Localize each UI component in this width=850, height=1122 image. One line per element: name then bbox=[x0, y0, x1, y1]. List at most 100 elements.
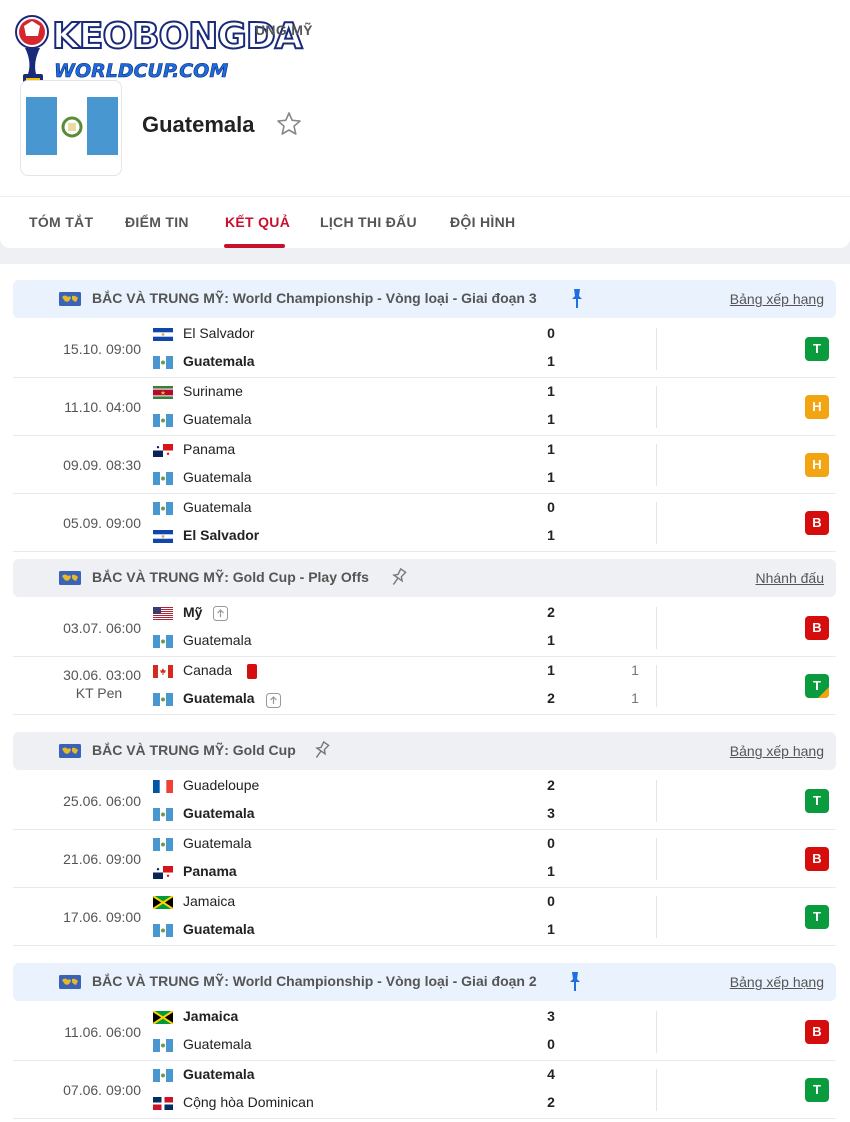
team-header: KEOBONGDA WORLDCUP.COM UNG MỸ Guatemala … bbox=[0, 0, 850, 248]
home-team-name: Jamaica bbox=[183, 1008, 239, 1024]
result-letter: T bbox=[813, 1082, 821, 1097]
advanced-icon bbox=[213, 606, 228, 621]
tab-fixtures[interactable]: LỊCH THI ĐẤU bbox=[320, 214, 417, 230]
guatemala-flag-icon bbox=[153, 693, 173, 706]
panama-flag-icon bbox=[153, 444, 173, 457]
match-row[interactable]: 05.09. 09:00 Guatemala 0 El Salvador 1 B bbox=[13, 494, 836, 552]
match-time: 21.06. 09:00 bbox=[13, 850, 141, 868]
divider bbox=[656, 444, 657, 486]
guatemala-flag-icon bbox=[153, 414, 173, 427]
advanced-icon bbox=[266, 693, 281, 708]
pin-icon[interactable] bbox=[388, 567, 408, 589]
home-team-name: El Salvador bbox=[183, 325, 255, 341]
league-table-link[interactable]: Bảng xếp hạng bbox=[730, 291, 824, 307]
tab-summary[interactable]: TÓM TẮT bbox=[29, 214, 93, 230]
away-score: 1 bbox=[547, 632, 555, 648]
result-badge: T bbox=[805, 905, 829, 929]
divider bbox=[656, 1011, 657, 1053]
el-salvador-flag-icon bbox=[153, 328, 173, 341]
home-team-name: Suriname bbox=[183, 383, 243, 399]
match-date: 17.06. 09:00 bbox=[63, 909, 141, 925]
result-badge: T bbox=[805, 1078, 829, 1102]
result-letter: T bbox=[813, 793, 821, 808]
tab-squad[interactable]: ĐỘI HÌNH bbox=[450, 214, 515, 230]
pinned-icon[interactable] bbox=[565, 971, 585, 993]
home-score: 0 bbox=[547, 893, 555, 909]
away-team-name: Guatemala bbox=[183, 411, 252, 427]
active-tab-indicator bbox=[224, 244, 285, 248]
away-penalty-score: 1 bbox=[631, 690, 639, 706]
guatemala-flag-icon bbox=[153, 1069, 173, 1082]
team-name: Guatemala bbox=[142, 112, 255, 137]
breadcrumb[interactable]: UNG MỸ bbox=[255, 22, 313, 38]
pinned-icon[interactable] bbox=[567, 288, 587, 310]
divider bbox=[656, 1069, 657, 1111]
home-team-name: Mỹ bbox=[183, 604, 203, 620]
divider bbox=[656, 386, 657, 428]
guadeloupe-flag-icon bbox=[153, 780, 173, 793]
pin-icon[interactable] bbox=[311, 740, 331, 762]
league-header: BẮC VÀ TRUNG MỸ: Gold Cup Bảng xếp hạng bbox=[13, 732, 836, 770]
team-flag bbox=[20, 80, 122, 176]
jamaica-flag-icon bbox=[153, 1011, 173, 1024]
guatemala-flag-icon bbox=[153, 356, 173, 369]
home-score: 3 bbox=[547, 1008, 555, 1024]
divider bbox=[656, 607, 657, 649]
divider bbox=[656, 780, 657, 822]
usa-flag-icon bbox=[153, 607, 173, 620]
match-date: 03.07. 06:00 bbox=[63, 620, 141, 636]
home-score: 2 bbox=[547, 777, 555, 793]
home-team-name: Guatemala bbox=[183, 1066, 255, 1082]
league-name[interactable]: BẮC VÀ TRUNG MỸ: Gold Cup bbox=[92, 742, 296, 758]
league-name[interactable]: BẮC VÀ TRUNG MỸ: World Championship - Vò… bbox=[92, 973, 537, 989]
match-time: 15.10. 09:00 bbox=[13, 340, 141, 358]
match-row[interactable]: 03.07. 06:00 Mỹ 2 Guatemala 1 B bbox=[13, 599, 836, 657]
home-score: 1 bbox=[547, 383, 555, 399]
home-score: 0 bbox=[547, 499, 555, 515]
match-row[interactable]: 11.06. 06:00 Jamaica 3 Guatemala 0 B bbox=[13, 1003, 836, 1061]
region-world-flag-icon bbox=[59, 744, 81, 758]
home-score: 4 bbox=[547, 1066, 555, 1082]
guatemala-flag-icon bbox=[26, 97, 118, 155]
league-name[interactable]: BẮC VÀ TRUNG MỸ: Gold Cup - Play Offs bbox=[92, 569, 369, 585]
jamaica-flag-icon bbox=[153, 896, 173, 909]
match-row[interactable]: 30.06. 03:00 KT Pen Canada 1 1 Guatemala 2 1 T bbox=[13, 657, 836, 715]
league-table-link[interactable]: Bảng xếp hạng bbox=[730, 974, 824, 990]
match-row[interactable]: 15.10. 09:00 El Salvador 0 Guatemala 1 T bbox=[13, 320, 836, 378]
dominican-republic-flag-icon bbox=[153, 1097, 173, 1110]
home-team-name: Canada bbox=[183, 662, 233, 678]
penalty-draw-corner bbox=[818, 687, 829, 698]
match-row[interactable]: 25.06. 06:00 Guadeloupe 2 Guatemala 3 T bbox=[13, 772, 836, 830]
away-score: 2 bbox=[547, 1094, 555, 1110]
tab-results[interactable]: KẾT QUẢ bbox=[225, 214, 290, 230]
tab-news[interactable]: ĐIỂM TIN bbox=[125, 214, 189, 230]
match-time: 17.06. 09:00 bbox=[13, 908, 141, 926]
tab-bar: TÓM TẮT ĐIỂM TIN KẾT QUẢ LỊCH THI ĐẤU ĐỘ… bbox=[0, 196, 850, 248]
league-table-link[interactable]: Bảng xếp hạng bbox=[730, 743, 824, 759]
result-badge: T bbox=[805, 337, 829, 361]
away-score: 1 bbox=[547, 411, 555, 427]
league-table-link[interactable]: Nhánh đấu bbox=[755, 570, 824, 586]
away-team-name: Guatemala bbox=[183, 805, 255, 821]
match-row[interactable]: 11.10. 04:00 Suriname 1 Guatemala 1 H bbox=[13, 378, 836, 436]
match-row[interactable]: 09.09. 08:30 Panama 1 Guatemala 1 H bbox=[13, 436, 836, 494]
result-letter: T bbox=[813, 341, 821, 356]
league-name[interactable]: BẮC VÀ TRUNG MỸ: World Championship - Vò… bbox=[92, 290, 537, 306]
match-date: 11.06. 06:00 bbox=[64, 1024, 141, 1040]
logo-domain: WORLDCUP.COM bbox=[54, 60, 229, 83]
guatemala-flag-icon bbox=[153, 635, 173, 648]
home-penalty-score: 1 bbox=[631, 662, 639, 678]
away-score: 1 bbox=[547, 527, 555, 543]
divider bbox=[656, 502, 657, 544]
guatemala-flag-icon bbox=[153, 838, 173, 851]
match-row[interactable]: 21.06. 09:00 Guatemala 0 Panama 1 B bbox=[13, 830, 836, 888]
match-time: 07.06. 09:00 bbox=[13, 1081, 141, 1099]
match-row[interactable]: 17.06. 09:00 Jamaica 0 Guatemala 1 T bbox=[13, 888, 836, 946]
region-world-flag-icon bbox=[59, 975, 81, 989]
divider bbox=[656, 838, 657, 880]
match-row[interactable]: 07.06. 09:00 Guatemala 4 Cộng hòa Dominican… bbox=[13, 1061, 836, 1119]
guatemala-flag-icon bbox=[153, 924, 173, 937]
divider bbox=[656, 896, 657, 938]
match-date: 07.06. 09:00 bbox=[63, 1082, 141, 1098]
favorite-star-icon[interactable] bbox=[276, 111, 302, 137]
